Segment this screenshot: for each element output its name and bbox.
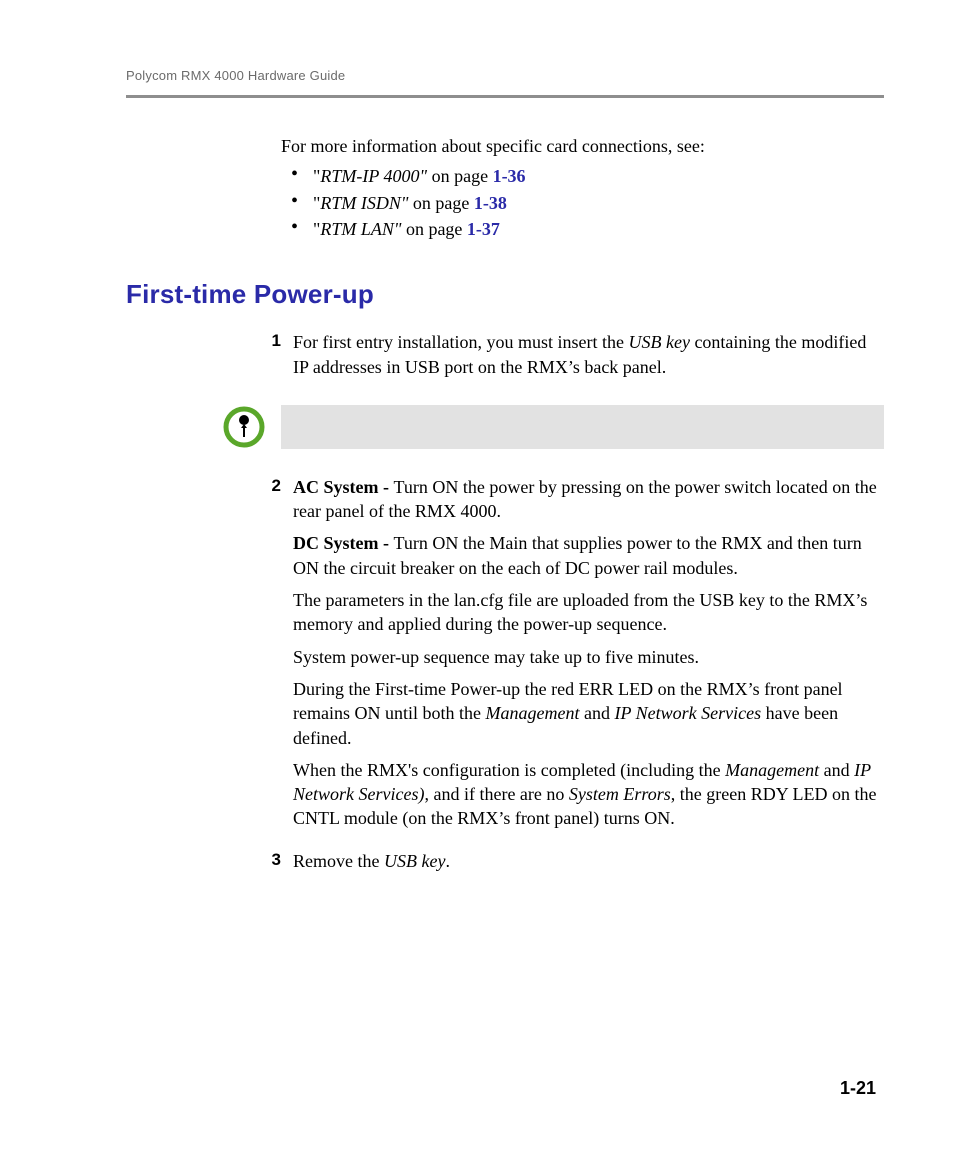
step-number: 3 xyxy=(257,849,293,872)
intro-paragraph: For more information about specific card… xyxy=(281,134,884,158)
dc-system-label: DC System - xyxy=(293,533,394,553)
management-text: Management xyxy=(725,760,819,780)
page-number: 1-21 xyxy=(840,1078,876,1099)
text-fragment: . xyxy=(445,851,450,871)
step-2-p5: During the First-time Power-up the red E… xyxy=(293,677,884,750)
step-2-p4: System power-up sequence may take up to … xyxy=(293,645,884,669)
step-2-p6: When the RMX's configuration is complete… xyxy=(293,758,884,831)
ac-system-label: AC System - xyxy=(293,477,394,497)
ref-title: RTM LAN" xyxy=(320,219,401,239)
step-number: 1 xyxy=(257,330,293,353)
note-callout xyxy=(223,405,884,449)
header-rule xyxy=(126,95,884,98)
step-1-text: For first entry installation, you must i… xyxy=(293,330,884,379)
ref-page-link[interactable]: 1-36 xyxy=(493,166,526,186)
text-fragment: When the RMX's configuration is complete… xyxy=(293,760,725,780)
management-text: Management xyxy=(485,703,579,723)
step-1: 1 For first entry installation, you must… xyxy=(257,330,884,387)
ref-mid: on page xyxy=(401,219,466,239)
ref-title: RTM ISDN" xyxy=(320,193,408,213)
ref-item: "RTM-IP 4000" on page 1-36 xyxy=(281,164,884,188)
ip-network-services-text: IP Network Services xyxy=(614,703,761,723)
text-fragment: Remove the xyxy=(293,851,384,871)
note-box xyxy=(281,405,884,449)
ref-page-link[interactable]: 1-38 xyxy=(474,193,507,213)
text-fragment: and xyxy=(819,760,854,780)
power-icon xyxy=(223,406,265,448)
ref-page-link[interactable]: 1-37 xyxy=(467,219,500,239)
text-fragment: and xyxy=(579,703,614,723)
text-fragment: For first entry installation, you must i… xyxy=(293,332,628,352)
system-errors-text: System Errors xyxy=(569,784,671,804)
usb-key-text: USB key xyxy=(628,332,689,352)
step-3: 3 Remove the USB key. xyxy=(257,849,884,881)
step-2-p3: The parameters in the lan.cfg file are u… xyxy=(293,588,884,637)
step-2-dc: DC System - Turn ON the Main that suppli… xyxy=(293,531,884,580)
ref-title: RTM-IP 4000" xyxy=(320,166,427,186)
ref-mid: on page xyxy=(427,166,492,186)
running-header: Polycom RMX 4000 Hardware Guide xyxy=(126,68,884,83)
step-2-ac: AC System - Turn ON the power by pressin… xyxy=(293,475,884,524)
section-heading: First-time Power-up xyxy=(126,277,884,312)
ref-item: "RTM ISDN" on page 1-38 xyxy=(281,191,884,215)
reference-list: "RTM-IP 4000" on page 1-36 "RTM ISDN" on… xyxy=(281,164,884,241)
step-number: 2 xyxy=(257,475,293,498)
step-2: 2 AC System - Turn ON the power by press… xyxy=(257,475,884,839)
usb-key-text: USB key xyxy=(384,851,445,871)
ref-item: "RTM LAN" on page 1-37 xyxy=(281,217,884,241)
step-3-text: Remove the USB key. xyxy=(293,849,884,873)
text-fragment: , and if there are no xyxy=(424,784,568,804)
ref-mid: on page xyxy=(408,193,473,213)
